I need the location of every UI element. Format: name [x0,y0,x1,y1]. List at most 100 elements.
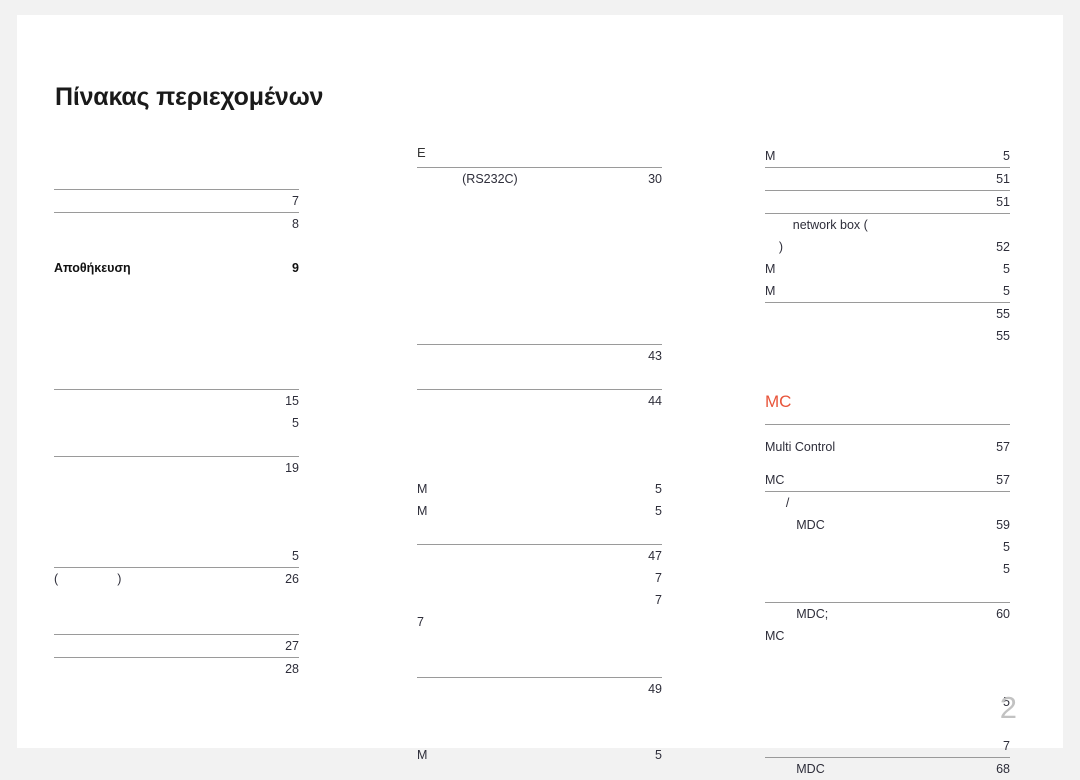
toc-entry[interactable]: 19 [54,457,299,479]
toc-spacer [54,235,299,257]
toc-entry-page: 68 [996,762,1010,776]
toc-section-heading: MC [765,392,792,411]
toc-spacer [765,425,1010,436]
toc-entry[interactable]: (RS232C) 30 [417,168,662,190]
toc-spacer [54,145,299,189]
document-page: Πίνακας περιεχομένων 7 8 Αποθήκευση 9 15 5 19 5… [17,15,1063,776]
toc-spacer [417,633,662,677]
toc-entry-page: 5 [1003,149,1010,163]
toc-entry-label: M [765,284,776,298]
toc-entry[interactable]: MC [765,625,1010,647]
toc-entry[interactable]: 15 [54,390,299,412]
toc-spacer [54,279,299,389]
toc-spacer [417,367,662,389]
toc-entry[interactable]: 43 [417,345,662,367]
toc-entry-page: 57 [996,440,1010,454]
toc-entry[interactable]: M5 [765,145,1010,167]
toc-entry[interactable]: 5 [765,558,1010,580]
toc-entry[interactable]: MDC 68 [765,758,1010,780]
toc-entry-page: 52 [996,240,1010,254]
toc-entry-page: 27 [285,639,299,653]
toc-entry-page: 5 [1003,562,1010,576]
toc-entry[interactable]: 47 [417,545,662,567]
toc-spacer [417,700,662,744]
toc-entry[interactable]: 44 [417,390,662,412]
toc-entry[interactable]: 5 [765,691,1010,713]
toc-spacer [417,300,662,344]
toc-entry[interactable]: 49 [417,678,662,700]
toc-entry-page: 9 [292,261,299,275]
toc-spacer [54,434,299,456]
toc-entry-page: 5 [655,504,662,518]
toc-entry[interactable]: 5 [765,536,1010,558]
toc-entry[interactable]: ( ) 26 [54,568,299,590]
toc-entry-page: 43 [648,349,662,363]
toc-entry[interactable]: M5 [417,500,662,522]
toc-entry[interactable]: 55 [765,303,1010,325]
toc-entry-page: 57 [996,473,1010,487]
toc-entry-label: M [417,504,428,518]
toc-spacer [54,590,299,634]
toc-spacer [417,412,662,478]
toc-entry[interactable]: Αποθήκευση 9 [54,257,299,279]
toc-entry-page: 44 [648,394,662,408]
toc-entry[interactable]: MC 57 [765,469,1010,491]
toc-entry[interactable]: Multi Control 57 [765,436,1010,458]
toc-entry-page: 19 [285,461,299,475]
toc-entry[interactable]: 27 [54,635,299,657]
toc-spacer [417,522,662,544]
toc-entry[interactable]: 5 [54,545,299,567]
toc-entry-page: 7 [655,593,662,607]
toc-entry-label: ( ) [54,572,122,586]
toc-spacer [765,458,1010,469]
toc-column-1: 7 8 Αποθήκευση 9 15 5 19 5 ( ) 26 27 28 [54,145,299,680]
toc-entry[interactable]: / [765,492,1010,514]
toc-entry-page: 51 [996,172,1010,186]
toc-entry-label: M [765,262,776,276]
toc-entry[interactable]: 28 [54,658,299,680]
toc-entry[interactable]: network box ( [765,214,1010,236]
toc-entry-page: 30 [648,172,662,186]
toc-spacer [765,413,1010,424]
toc-section-heading: E [417,145,426,160]
toc-entry[interactable]: MDC; 60 [765,603,1010,625]
toc-entry[interactable]: 7 [417,589,662,611]
toc-entry-page: 55 [996,329,1010,343]
toc-entry-page: 7 [655,571,662,585]
toc-entry[interactable]: 51 [765,191,1010,213]
toc-column-3: M 5 51 51 network box ( ) 52 M 5 M 5 55 55 MC Multi … [765,145,1010,780]
toc-entry[interactable]: 51 [765,168,1010,190]
toc-entry-page: 55 [996,307,1010,321]
toc-entry[interactable]: 7 [54,190,299,212]
toc-entry-page: 26 [285,572,299,586]
toc-entry[interactable]: 7 [417,611,662,633]
toc-entry-label: MDC [765,518,825,532]
toc-entry-label: ) [765,240,784,254]
page-number: 2 [999,690,1017,725]
toc-spacer [765,580,1010,602]
toc-entry[interactable]: 55 [765,325,1010,347]
toc-entry[interactable]: M5 [765,280,1010,302]
toc-entry[interactable]: ) 52 [765,236,1010,258]
toc-entry-page: 5 [1003,540,1010,554]
toc-entry-page: 5 [655,482,662,496]
toc-entry-page: 60 [996,607,1010,621]
toc-entry[interactable]: MDC 59 [765,514,1010,536]
toc-entry-page: 5 [292,549,299,563]
toc-entry[interactable]: M5 [765,258,1010,280]
toc-entry[interactable]: 5 [54,412,299,434]
toc-spacer [417,190,662,300]
toc-entry-page: 7 [1003,739,1010,753]
toc-entry-page: 8 [292,217,299,231]
toc-entry[interactable]: M5 [417,478,662,500]
toc-entry[interactable]: 7 [417,567,662,589]
toc-entry-label: (RS232C) [417,172,518,186]
page-title: Πίνακας περιεχομένων [55,83,324,111]
toc-entry-label: MC [765,473,785,487]
toc-column-2: E (RS232C) 30 43 44 M 5 M 5 47 7 7 7 49 M 5 [417,145,662,766]
toc-entry[interactable]: 7 [765,735,1010,757]
toc-entry[interactable]: 8 [54,213,299,235]
toc-spacer [765,647,1010,691]
toc-entry-label: M [417,482,428,496]
toc-entry-page: 49 [648,682,662,696]
